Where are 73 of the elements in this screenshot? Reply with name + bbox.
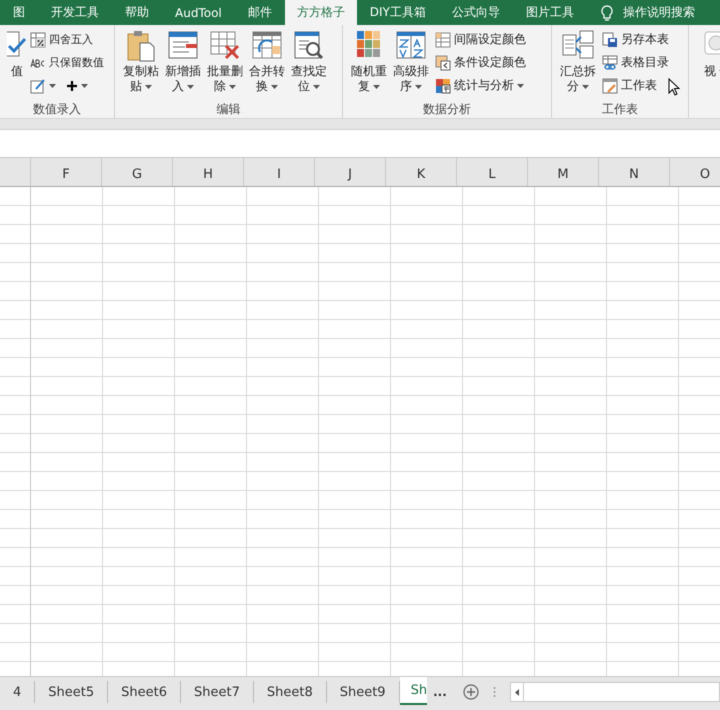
grid-color-icon: [435, 32, 451, 48]
ribbon-button[interactable]: 查找定 位: [289, 28, 329, 100]
edit-sheet-icon: [30, 78, 46, 94]
ribbon-button[interactable]: 汇总拆 分: [558, 28, 598, 100]
delete-grid-icon: [210, 30, 240, 60]
ribbon-button[interactable]: 值: [6, 28, 28, 100]
sheet-tab[interactable]: Sheet8: [254, 681, 327, 703]
abc-icon: [30, 56, 46, 68]
save-sheet-icon: [602, 32, 618, 48]
conditional-color-icon: [435, 54, 451, 70]
table-link-icon: [602, 54, 618, 70]
worksheet-icon: [602, 78, 618, 94]
scroll-left-icon[interactable]: [514, 688, 519, 696]
sheet-tab[interactable]: Sheet7: [181, 681, 254, 703]
sheet-tab[interactable]: Sheet5: [35, 681, 108, 703]
more-sheets-button[interactable]: ...: [427, 677, 455, 707]
column-header[interactable]: F: [31, 158, 102, 186]
ribbon-button[interactable]: 高级排 序: [391, 28, 431, 100]
column-header[interactable]: N: [599, 158, 670, 186]
ribbon-button[interactable]: 新增插 入: [163, 28, 203, 100]
ribbon-button[interactable]: 只保留数值: [30, 53, 104, 72]
ribbon-button[interactable]: 统计与分析: [435, 76, 526, 95]
ribbon-button[interactable]: 合并转 换: [247, 28, 287, 100]
ribbon-button[interactable]: 另存本表: [602, 30, 669, 49]
ribbon-button[interactable]: 条件设定颜色: [435, 53, 526, 72]
color-tiles-icon: [356, 30, 382, 60]
ribbon-button[interactable]: 批量删 除: [205, 28, 245, 100]
ribbon-tab[interactable]: 公式向导: [438, 0, 513, 25]
column-header[interactable]: G: [102, 158, 173, 186]
insert-row-icon: [168, 30, 198, 60]
split-sheet-icon: [562, 30, 594, 60]
column-header[interactable]: H: [173, 158, 244, 186]
horizontal-scrollbar[interactable]: [510, 682, 720, 702]
merge-grid-icon: [252, 30, 282, 60]
ribbon-button[interactable]: 四舍五入: [30, 30, 104, 49]
group-label: 数据分析: [423, 100, 471, 118]
sheet-tab[interactable]: Sh: [400, 677, 428, 705]
ribbon-tab[interactable]: DIY工具箱: [356, 0, 439, 25]
find-icon: [294, 30, 324, 60]
column-header[interactable]: J: [315, 158, 386, 186]
add-sheet-icon[interactable]: [462, 684, 479, 700]
group-label: 编辑: [216, 100, 240, 118]
group-label: 数值录入: [33, 100, 81, 118]
column-header[interactable]: O: [670, 158, 720, 186]
mouse-pointer-icon: [668, 78, 680, 96]
lightbulb-icon[interactable]: [600, 4, 613, 20]
ribbon-tab[interactable]: AudTool: [162, 0, 235, 25]
ribbon-tab[interactable]: 方方格子: [284, 0, 357, 25]
ribbon-button[interactable]: 视: [695, 28, 720, 100]
column-header[interactable]: K: [386, 158, 457, 186]
ribbon-tab[interactable]: 图片工具: [512, 0, 587, 25]
column-header[interactable]: L: [457, 158, 528, 186]
ribbon-tab[interactable]: 图: [0, 0, 38, 25]
ribbon-tab[interactable]: 邮件: [234, 0, 285, 25]
column-header[interactable]: M: [528, 158, 599, 186]
ribbon-button[interactable]: 复制粘 贴: [121, 28, 161, 100]
column-header[interactable]: I: [244, 158, 315, 186]
tell-me-search[interactable]: 操作说明搜索: [622, 4, 695, 21]
ribbon-tab[interactable]: 帮助: [112, 0, 162, 25]
group-label: 工作表: [602, 100, 638, 118]
sheet-tab[interactable]: Sheet6: [108, 681, 181, 703]
ribbon-button[interactable]: 随机重 复: [349, 28, 389, 100]
sort-icon: [396, 30, 426, 60]
ribbon-button[interactable]: 工作表: [602, 76, 669, 95]
sheet-tab[interactable]: 4: [0, 681, 36, 703]
ribbon-tab[interactable]: 开发工具: [38, 0, 112, 25]
ribbon-button[interactable]: 间隔设定颜色: [435, 30, 526, 49]
percent-grid-icon: [30, 32, 46, 48]
plus-icon: [66, 80, 78, 92]
statistics-icon: [435, 78, 451, 94]
ribbon-button[interactable]: 表格目录: [602, 53, 669, 72]
splitter-handle-icon[interactable]: [492, 686, 496, 698]
clipboard-icon: [126, 30, 156, 62]
